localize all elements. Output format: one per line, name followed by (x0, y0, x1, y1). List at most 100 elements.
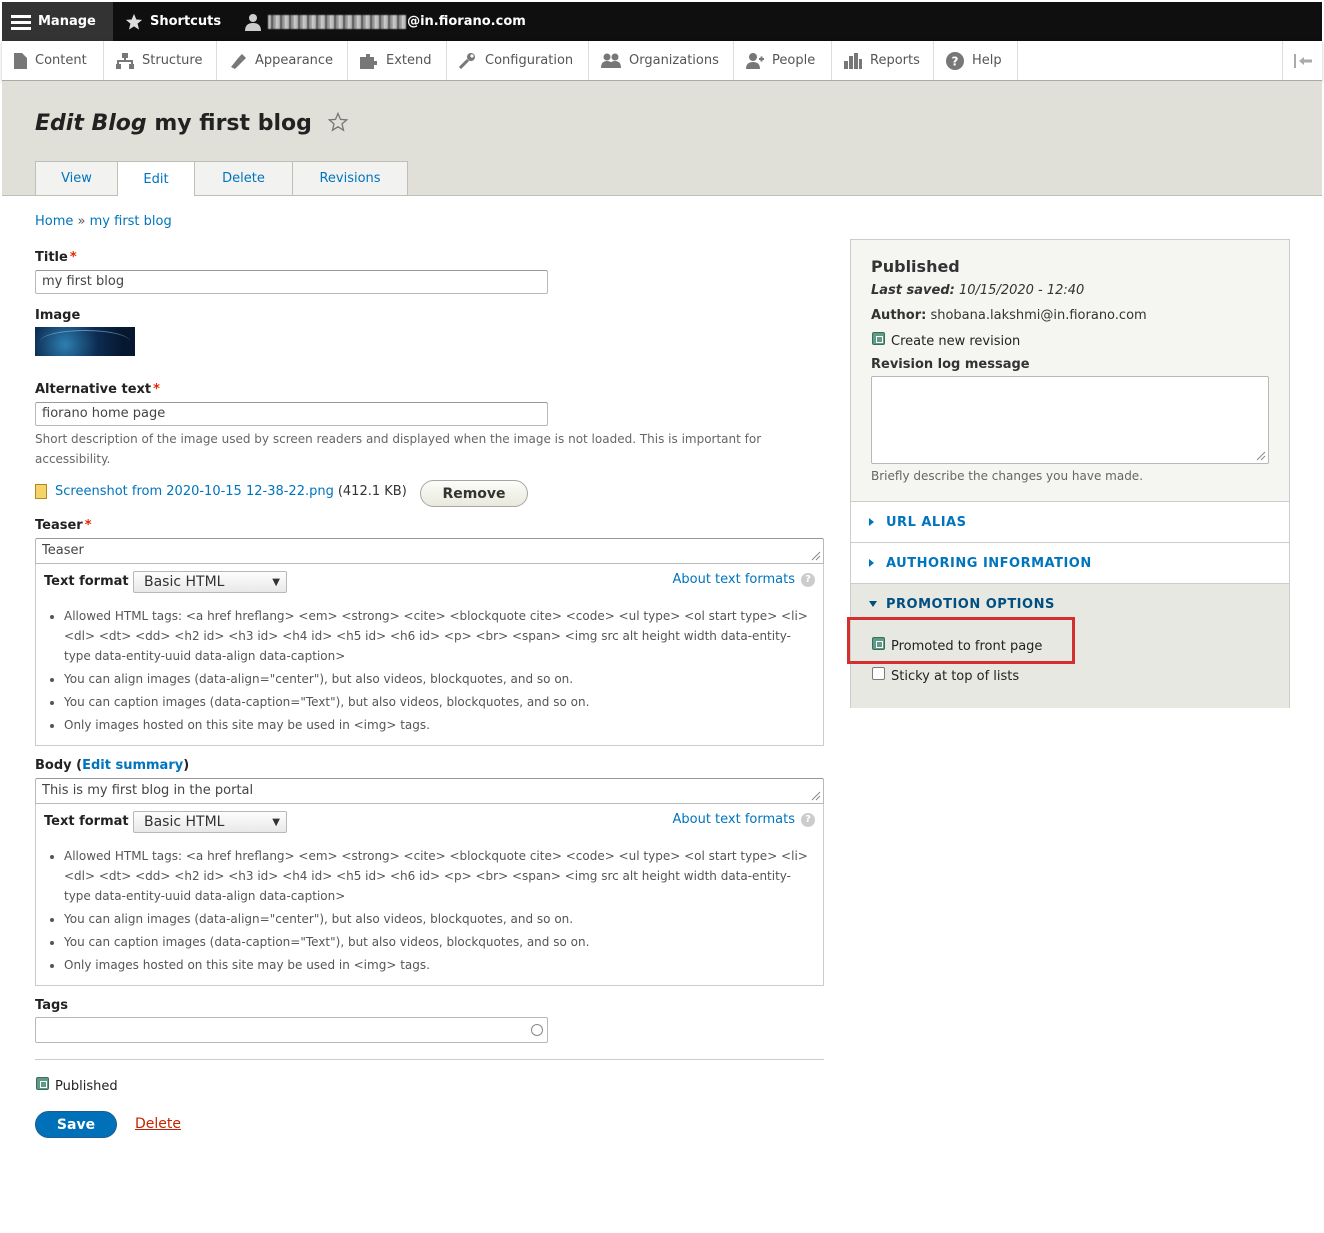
page-title-prefix: Edit Blog (35, 111, 147, 136)
sticky-checkbox[interactable] (872, 667, 885, 680)
url-alias-details[interactable]: URL ALIAS (851, 502, 1289, 543)
content-icon (14, 52, 27, 69)
teaser-format-tips: Allowed HTML tags: <a href hreflang> <em… (52, 606, 809, 738)
body-format-tips: Allowed HTML tags: <a href hreflang> <em… (52, 846, 809, 978)
alt-text-input[interactable]: fiorano home page (35, 402, 548, 426)
resize-grip-icon[interactable] (811, 791, 821, 801)
revision-log-label: Revision log message (871, 357, 1030, 372)
structure-icon (116, 52, 134, 69)
page-title: Edit Blog my first blog (35, 111, 348, 136)
svg-text:?: ? (952, 54, 959, 68)
hamburger-icon (11, 14, 31, 30)
breadcrumb-separator: » (77, 214, 86, 229)
alt-text-description: Short description of the image used by s… (35, 432, 762, 466)
help-circle-icon: ? (801, 572, 815, 587)
revision-log-textarea[interactable] (871, 376, 1269, 464)
tray-item-organizations[interactable]: Organizations (589, 41, 734, 80)
tray-item-appearance[interactable]: Appearance (217, 41, 348, 80)
user-name-redacted (268, 14, 407, 29)
title-label: Title * (35, 250, 77, 265)
file-size: (412.1 KB) (337, 484, 407, 499)
save-button[interactable]: Save (35, 1111, 117, 1138)
format-tip: Only images hosted on this site may be u… (64, 715, 809, 735)
tray-item-people[interactable]: People (734, 41, 832, 80)
resize-grip-icon[interactable] (811, 551, 821, 561)
tray-item-content[interactable]: Content (2, 41, 104, 80)
extend-icon (360, 53, 377, 69)
tab-revisions[interactable]: Revisions (292, 161, 408, 195)
published-checkbox[interactable] (36, 1077, 49, 1090)
breadcrumb: Home » my first blog (35, 214, 172, 229)
page-header: Edit Blog my first blog View Edit Delete… (2, 81, 1322, 196)
edit-summary-link[interactable]: Edit summary (82, 758, 183, 773)
teaser-label: Teaser * (35, 518, 92, 533)
tab-view[interactable]: View (35, 161, 118, 195)
tab-delete[interactable]: Delete (194, 161, 293, 195)
publish-status: Published (871, 257, 960, 276)
tray-item-extend[interactable]: Extend (348, 41, 447, 80)
tray-item-structure[interactable]: Structure (104, 41, 217, 80)
authoring-info-details[interactable]: AUTHORING INFORMATION (851, 543, 1289, 584)
shortcut-star-icon[interactable] (327, 112, 348, 132)
breadcrumb-home[interactable]: Home (35, 214, 73, 229)
body-about-formats-link[interactable]: About text formats? (672, 812, 815, 827)
teaser-about-formats-link[interactable]: About text formats? (672, 572, 815, 587)
appearance-icon (231, 53, 246, 69)
teaser-text-format-select[interactable]: Basic HTML (133, 571, 287, 593)
breadcrumb-current[interactable]: my first blog (90, 214, 172, 229)
primary-tabs: View Edit Delete Revisions (35, 161, 408, 196)
title-input[interactable]: my first blog (35, 270, 548, 294)
format-tip: You can align images (data-align="center… (64, 909, 809, 929)
required-marker: * (153, 382, 160, 397)
collapse-triangle-icon (869, 601, 877, 607)
body-text-format-select[interactable]: Basic HTML (133, 811, 287, 833)
admin-tray: Content Structure Appearance Extend Conf… (2, 41, 1322, 81)
teaser-format-wrapper: Text format Basic HTML About text format… (35, 564, 824, 746)
teaser-text-format-label: Text format (44, 574, 129, 589)
expand-triangle-icon (869, 559, 874, 567)
help-circle-icon: ? (801, 812, 815, 827)
body-format-wrapper: Text format Basic HTML About text format… (35, 804, 824, 986)
autocomplete-icon (531, 1024, 543, 1036)
people-icon (746, 52, 764, 69)
file-icon (35, 484, 47, 499)
file-link[interactable]: Screenshot from 2020-10-15 12-38-22.png (55, 484, 334, 499)
format-tip: Allowed HTML tags: <a href hreflang> <em… (64, 606, 809, 666)
help-icon: ? (946, 51, 964, 70)
entity-meta-header: Published Last saved: 10/15/2020 - 12:40… (851, 240, 1289, 502)
sticky-label: Sticky at top of lists (891, 669, 1020, 684)
annotation-highlight-box (847, 617, 1075, 664)
alt-text-label: Alternative text * (35, 382, 160, 397)
body-label: Body (Edit summary) (35, 758, 190, 773)
image-label: Image (35, 308, 81, 323)
form-divider (35, 1059, 824, 1060)
tags-label: Tags (35, 998, 69, 1013)
collapse-tray-button[interactable] (1282, 41, 1322, 80)
image-thumbnail[interactable] (35, 327, 135, 356)
tags-input[interactable] (35, 1017, 548, 1043)
author: Author: shobana.lakshmi@in.fiorano.com (871, 308, 1147, 323)
organizations-icon (601, 53, 621, 68)
body-textarea[interactable]: This is my first blog in the portal (35, 778, 824, 804)
shortcuts-label: Shortcuts (150, 14, 222, 29)
format-tip: Only images hosted on this site may be u… (64, 955, 809, 975)
published-label: Published (55, 1079, 118, 1094)
body-text-format-label: Text format (44, 814, 129, 829)
remove-button[interactable]: Remove (420, 480, 528, 507)
configuration-icon (459, 52, 475, 69)
tray-item-help[interactable]: ? Help (934, 41, 1018, 80)
format-tip: You can caption images (data-caption="Te… (64, 692, 809, 712)
tray-item-configuration[interactable]: Configuration (447, 41, 589, 80)
user-tab[interactable]: @in.fiorano.com (233, 2, 538, 41)
manage-tab[interactable]: Manage (2, 2, 113, 41)
teaser-textarea[interactable]: Teaser (35, 538, 824, 564)
delete-link[interactable]: Delete (135, 1116, 181, 1132)
file-info: Screenshot from 2020-10-15 12-38-22.png … (35, 484, 407, 499)
create-revision-checkbox[interactable] (872, 332, 885, 345)
user-icon (245, 13, 262, 31)
tab-edit[interactable]: Edit (117, 161, 195, 196)
tray-item-reports[interactable]: Reports (832, 41, 934, 80)
resize-grip-icon[interactable] (1256, 451, 1266, 461)
shortcuts-tab[interactable]: Shortcuts (113, 2, 233, 41)
reports-icon (844, 52, 862, 69)
